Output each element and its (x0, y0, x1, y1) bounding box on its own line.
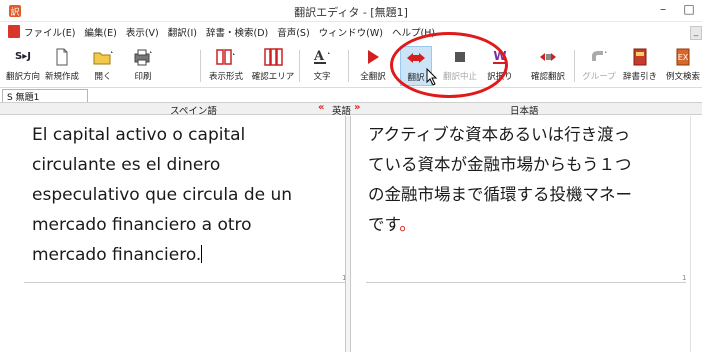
source-language-label: スペイン語 (170, 106, 217, 117)
pivot-language-label: 英語 (332, 106, 352, 117)
target-text[interactable]: アクティブな資本あるいは行き渡っ ている資本が金融市場からもう１つ の金融市場ま… (366, 116, 686, 240)
restore-child-button[interactable]: _ (690, 26, 702, 40)
document-menu-icon[interactable] (8, 25, 20, 38)
translation-direction-button[interactable]: S▸J 翻訳方向 (6, 46, 40, 86)
confirm-area-button[interactable]: 確認エリア (250, 46, 296, 86)
confirm-area-label: 確認エリア (251, 72, 295, 82)
title-bar: 訳 翻訳エディタ - [無題1] – □ (0, 0, 702, 22)
menu-edit[interactable]: 編集(E) (84, 25, 116, 39)
dictionary-label: 辞書引き (622, 72, 657, 82)
confirm-translation-label: 確認翻訳 (530, 72, 565, 82)
menu-items: ファイル(E) 編集(E) 表示(V) 翻訳(I) 辞書・検索(D) 音声(S)… (24, 25, 435, 39)
window-title: 翻訳エディタ - [無題1] (294, 6, 408, 19)
source-text[interactable]: El capital activo o capital circulante e… (24, 116, 346, 270)
direction-label: 翻訳方向 (6, 72, 41, 82)
source-line: especulativo que circula de un (32, 185, 293, 205)
menu-window[interactable]: ウィンドウ(W) (319, 25, 383, 39)
example-search-label: 例文検索 (665, 72, 700, 82)
open-button[interactable]: 開く (86, 46, 120, 86)
print-button[interactable]: 印刷 (126, 46, 160, 86)
new-document-icon (56, 48, 68, 66)
target-language-label: 日本語 (510, 106, 539, 117)
toolbar-separator (200, 50, 201, 82)
confirm-area-icon (264, 48, 283, 66)
target-text-pane[interactable]: アクティブな資本あるいは行き渡っ ている資本が金融市場からもう１つ の金融市場ま… (366, 116, 686, 352)
pane-header-bar: スペイン語 « 英語 » 日本語 (0, 102, 702, 117)
menu-dictionary[interactable]: 辞書・検索(D) (206, 25, 268, 39)
confirm-translation-icon (540, 53, 556, 61)
direction-icon: S▸J (15, 51, 31, 62)
left-gutter (0, 116, 24, 352)
dictionary-icon (633, 48, 647, 66)
new-document-label: 新規作成 (44, 72, 79, 82)
highlight-ellipse (390, 32, 508, 98)
menu-speech[interactable]: 音声(S) (277, 25, 309, 39)
pane-splitter[interactable] (345, 116, 351, 352)
maximize-button[interactable]: □ (678, 0, 700, 20)
right-edge (690, 116, 702, 352)
undo-group-icon (592, 51, 607, 61)
target-line: ている資本が金融市場からもう１つ (368, 155, 632, 174)
group-button[interactable]: グループ (580, 46, 618, 86)
menu-file[interactable]: ファイル(E) (24, 25, 75, 39)
play-icon (368, 50, 379, 64)
menu-view[interactable]: 表示(V) (126, 25, 159, 39)
source-text-pane[interactable]: El capital activo o capital circulante e… (24, 116, 346, 352)
open-folder-icon (93, 51, 113, 65)
toolbar-separator (299, 50, 300, 82)
print-label: 印刷 (134, 72, 152, 82)
paragraph-number: 1 (682, 274, 687, 282)
target-end-mark: 。 (399, 215, 416, 234)
source-line: mercado financiero. (32, 245, 202, 265)
paragraph-rule (366, 282, 686, 283)
example-search-icon: EX (676, 48, 690, 66)
pivot-right-arrow[interactable]: » (354, 102, 360, 113)
source-line: mercado financiero a otro (32, 215, 252, 235)
document-tab[interactable]: S 無題1 (2, 89, 88, 103)
paragraph-rule (24, 282, 346, 283)
target-line: アクティブな資本あるいは行き渡っ (368, 125, 631, 144)
new-document-button[interactable]: 新規作成 (42, 46, 82, 86)
target-line-last: です。 (368, 210, 686, 240)
svg-text:A: A (313, 49, 325, 64)
menu-bar: ファイル(E) 編集(E) 表示(V) 翻訳(I) 辞書・検索(D) 音声(S)… (0, 22, 702, 42)
minimize-button[interactable]: – (652, 0, 674, 20)
translate-all-label: 全翻訳 (360, 72, 386, 82)
display-format-button[interactable]: 表示形式 (204, 46, 248, 86)
font-label: 文字 (313, 72, 331, 82)
text-caret (201, 245, 203, 263)
menu-translate[interactable]: 翻訳(I) (168, 25, 197, 39)
confirm-translation-button[interactable]: 確認翻訳 (526, 46, 570, 86)
font-button[interactable]: A 文字 (306, 46, 338, 86)
toolbar: S▸J 翻訳方向 新規作成 開く 印刷 表示形式 確認エリア A 文字 全翻訳 … (0, 42, 702, 88)
group-label: グループ (582, 72, 616, 82)
target-line: の金融市場まで循環する投機マネー (368, 185, 632, 204)
printer-icon (134, 49, 152, 66)
display-format-label: 表示形式 (208, 72, 243, 82)
toolbar-separator (574, 50, 575, 82)
display-format-icon (216, 49, 235, 65)
translate-all-button[interactable]: 全翻訳 (356, 46, 390, 86)
source-line: circulante es el dinero (32, 155, 221, 175)
source-line: El capital activo o capital (32, 125, 246, 145)
svg-text:EX: EX (678, 53, 689, 62)
open-label: 開く (94, 72, 112, 82)
dictionary-lookup-button[interactable]: 辞書引き (622, 46, 658, 86)
example-search-button[interactable]: EX 例文検索 (664, 46, 702, 86)
pivot-left-arrow[interactable]: « (318, 102, 324, 113)
source-line-last: mercado financiero. (32, 240, 346, 270)
font-icon: A (313, 49, 330, 64)
toolbar-separator (348, 50, 349, 82)
target-line: です (368, 215, 400, 234)
